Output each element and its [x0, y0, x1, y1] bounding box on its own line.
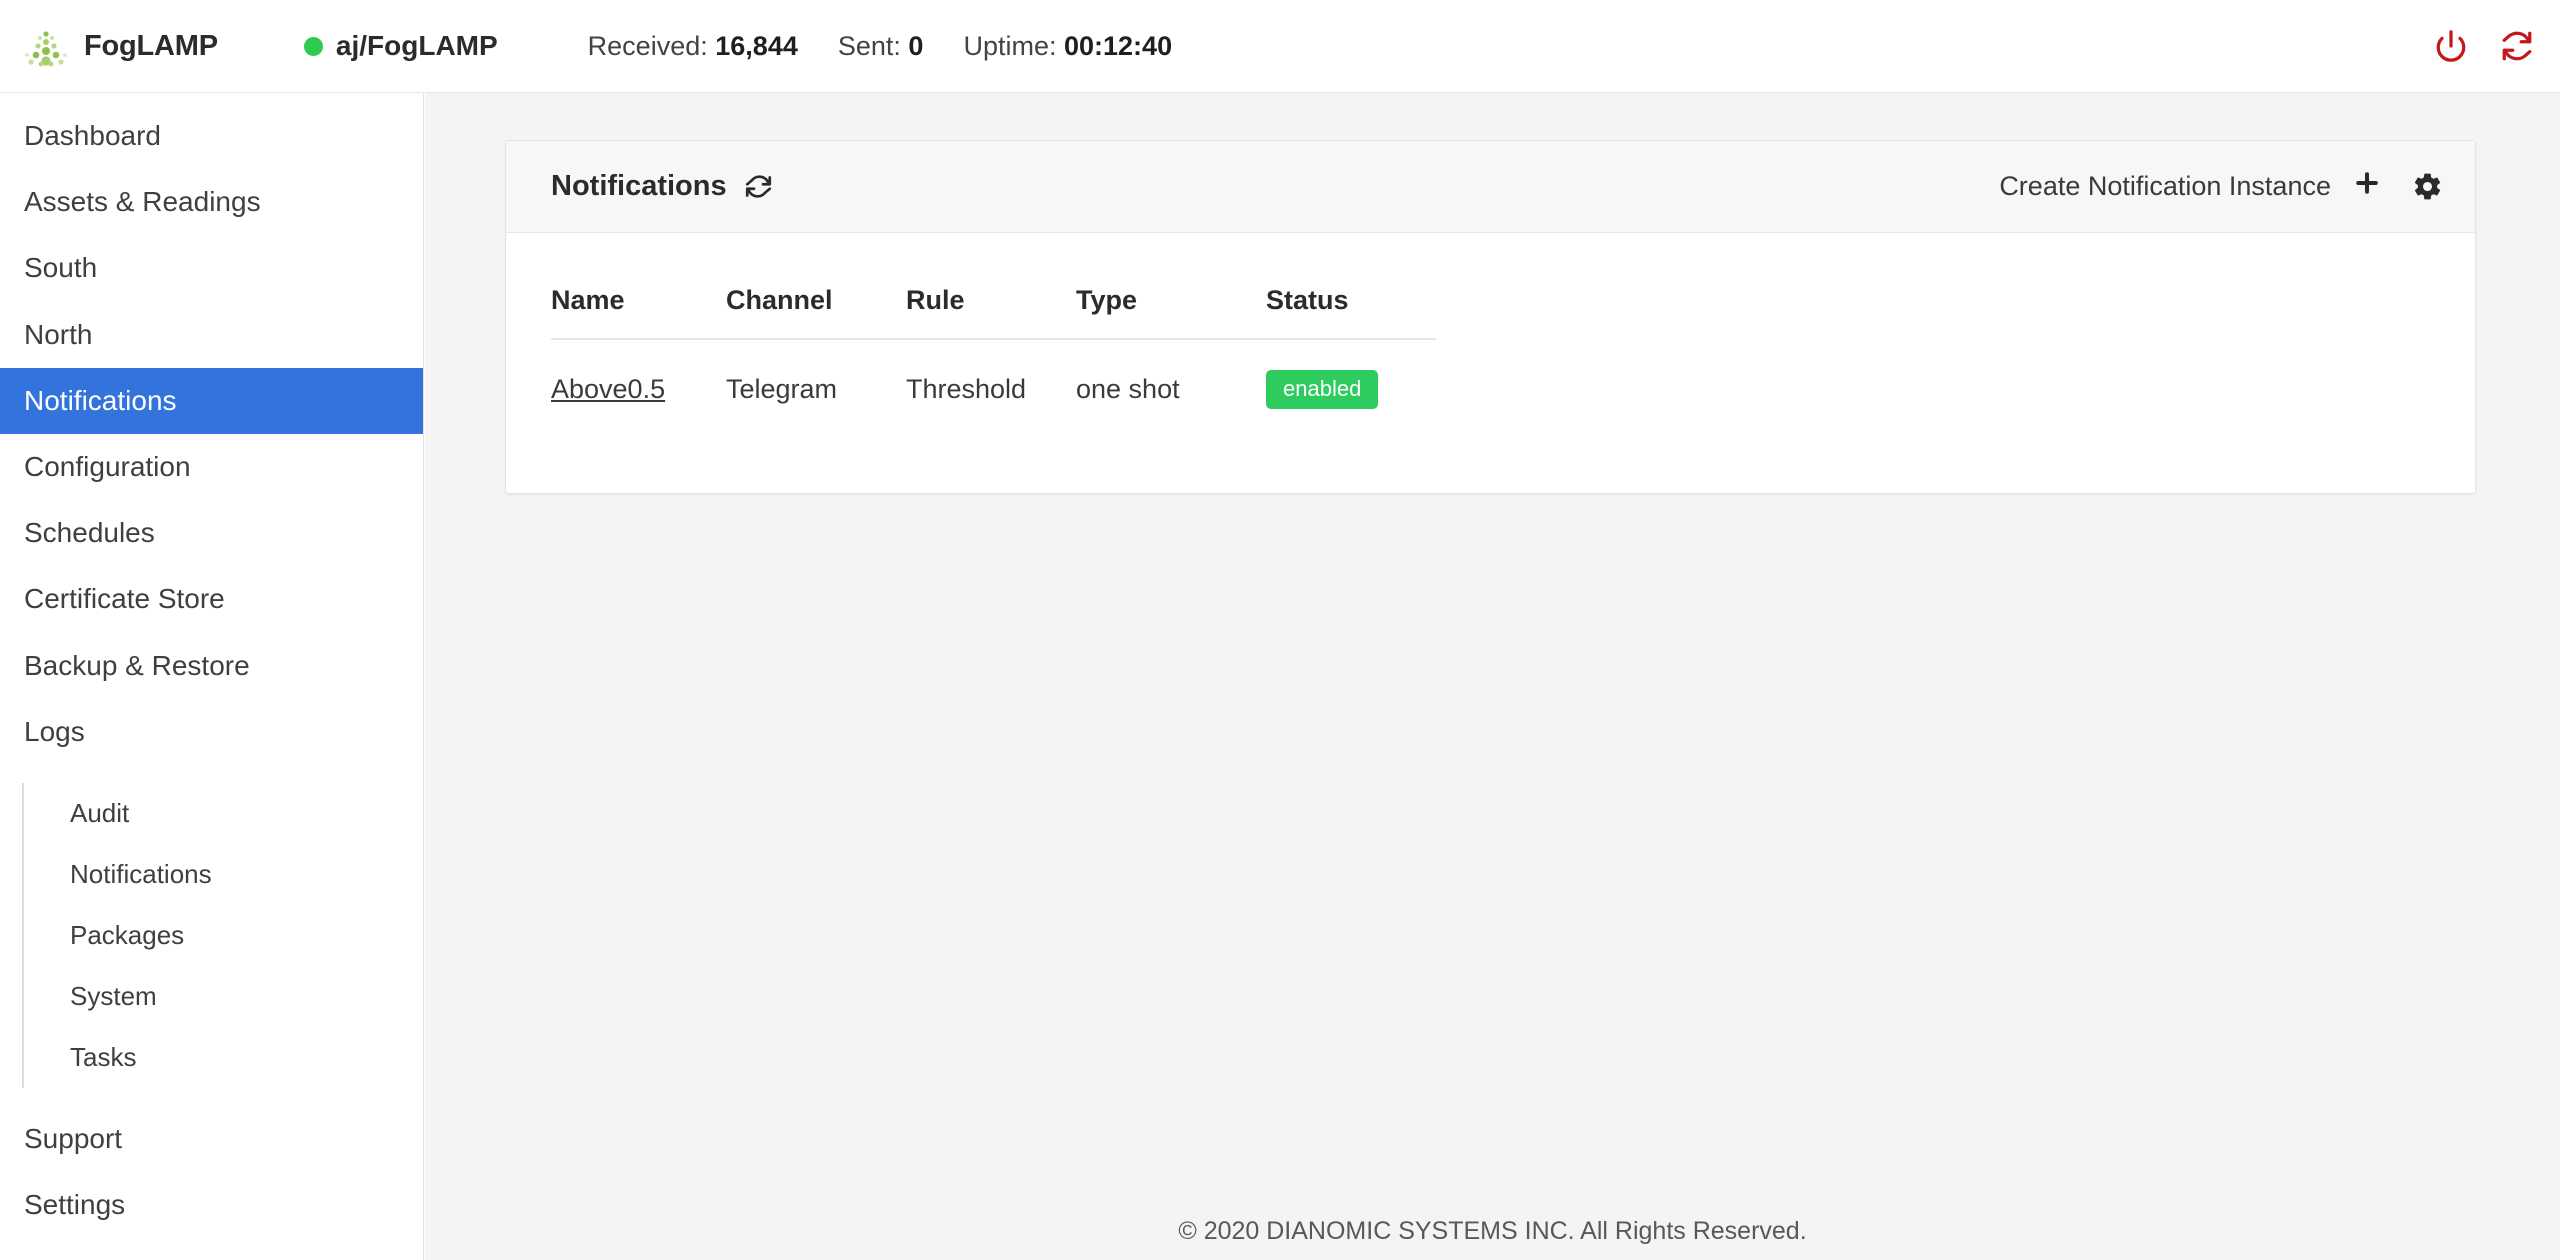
restart-button[interactable] — [2500, 29, 2534, 63]
notifications-card: Notifications Create Notification Instan — [505, 140, 2476, 494]
plus-icon — [2352, 168, 2382, 205]
create-notification-instance-button[interactable]: Create Notification Instance — [1999, 168, 2382, 205]
sidebar-item-notifications[interactable]: Notifications — [0, 367, 423, 434]
page-title: Notifications — [551, 170, 727, 202]
sidebar-item-settings[interactable]: Settings — [0, 1172, 423, 1238]
refresh-icon — [745, 173, 772, 200]
sidebar-subitem-packages[interactable]: Packages — [24, 905, 423, 966]
header-stats: Received: 16,844 Sent: 0 Uptime: 00:12:4… — [588, 31, 1172, 62]
sidebar-item-assets-readings[interactable]: Assets & Readings — [0, 169, 423, 235]
cell-name: Above0.5 — [551, 339, 726, 435]
column-header-name: Name — [551, 269, 726, 340]
card-header-left: Notifications — [551, 170, 772, 203]
sidebar-item-dashboard[interactable]: Dashboard — [0, 103, 423, 169]
sidebar-item-logs[interactable]: Logs — [0, 699, 423, 765]
stat-sent: Sent: 0 — [838, 31, 924, 62]
top-bar: FogLAMP aj/FogLAMP Received: 16,844 Sent… — [0, 0, 2560, 93]
sidebar: Dashboard Assets & Readings South North … — [0, 93, 424, 1260]
card-header-right: Create Notification Instance — [1999, 168, 2443, 205]
green-status-dot-icon — [303, 36, 323, 56]
cell-channel: Telegram — [726, 374, 838, 404]
sidebar-subitem-audit[interactable]: Audit — [24, 783, 423, 844]
stat-received-label: Received: — [587, 30, 708, 61]
column-header-status: Status — [1266, 269, 1436, 340]
instance-name: aj/FogLAMP — [335, 30, 498, 61]
cell-rule: Threshold — [906, 374, 1027, 404]
instance-indicator: aj/FogLAMP — [303, 30, 498, 62]
gear-icon — [2412, 171, 2443, 202]
table-head: Name Channel Rule Type Status — [551, 269, 1436, 340]
sidebar-item-certificate-store[interactable]: Certificate Store — [0, 566, 423, 632]
status-badge: enabled — [1266, 370, 1379, 409]
table-body: Above0.5 Telegram Threshold one shot ena… — [551, 339, 1436, 435]
cell-status: enabled — [1266, 339, 1436, 435]
sidebar-subitem-notifications[interactable]: Notifications — [24, 844, 423, 905]
brand-name: FogLAMP — [84, 29, 218, 62]
foglamp-dots-logo-icon — [22, 24, 70, 68]
cell-type: one shot — [1076, 374, 1180, 404]
restart-icon — [2500, 29, 2534, 63]
column-header-rule: Rule — [906, 269, 1076, 340]
stat-received-value: 16,844 — [715, 30, 798, 61]
top-bar-actions — [2434, 29, 2534, 63]
sidebar-subitem-system[interactable]: System — [24, 966, 423, 1027]
footer-copyright: © 2020 DIANOMIC SYSTEMS INC. All Rights … — [1178, 1216, 1807, 1245]
stat-uptime-value: 00:12:40 — [1064, 30, 1173, 61]
main-content: Notifications Create Notification Instan — [425, 93, 2560, 1260]
notifications-card-body: Name Channel Rule Type Status Above0.5 T… — [506, 233, 2475, 493]
notification-name-link[interactable]: Above0.5 — [551, 374, 665, 404]
shutdown-button[interactable] — [2434, 29, 2468, 63]
sidebar-item-backup-restore[interactable]: Backup & Restore — [0, 633, 423, 699]
refresh-button[interactable] — [745, 173, 772, 200]
sidebar-item-south[interactable]: South — [0, 235, 423, 301]
notifications-card-header: Notifications Create Notification Instan — [506, 141, 2475, 233]
stat-sent-label: Sent: — [837, 30, 901, 61]
brand[interactable]: FogLAMP — [22, 24, 218, 68]
stat-uptime: Uptime: 00:12:40 — [963, 31, 1172, 62]
table-header-row: Name Channel Rule Type Status — [551, 269, 1436, 340]
stat-sent-value: 0 — [908, 30, 924, 61]
sidebar-item-north[interactable]: North — [0, 302, 423, 368]
column-header-channel: Channel — [726, 269, 906, 340]
create-notification-instance-label: Create Notification Instance — [1999, 171, 2331, 201]
sidebar-subitem-tasks[interactable]: Tasks — [24, 1027, 423, 1088]
column-header-type: Type — [1076, 269, 1266, 340]
sidebar-item-schedules[interactable]: Schedules — [0, 500, 423, 566]
footer: © 2020 DIANOMIC SYSTEMS INC. All Rights … — [425, 1202, 2560, 1260]
sidebar-item-support[interactable]: Support — [0, 1106, 423, 1172]
notifications-table: Name Channel Rule Type Status Above0.5 T… — [551, 269, 1436, 435]
table-row: Above0.5 Telegram Threshold one shot ena… — [551, 339, 1436, 435]
notifications-settings-button[interactable] — [2412, 171, 2443, 202]
stat-uptime-label: Uptime: — [963, 30, 1057, 61]
power-icon — [2434, 29, 2468, 63]
sidebar-logs-submenu: Audit Notifications Packages System Task… — [22, 782, 423, 1088]
stat-received: Received: 16,844 — [588, 31, 798, 62]
sidebar-item-configuration[interactable]: Configuration — [0, 434, 423, 500]
